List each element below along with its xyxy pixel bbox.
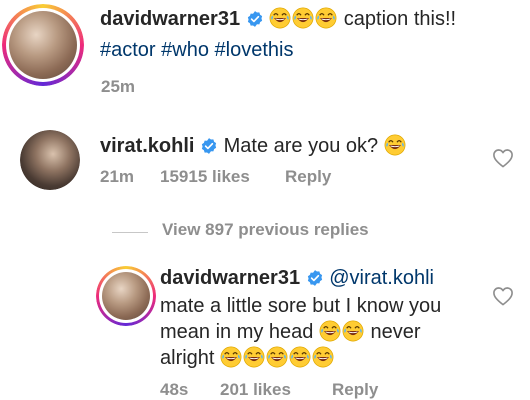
comment-timestamp: 21m (100, 167, 135, 186)
heart-outline-icon[interactable] (492, 286, 514, 306)
laughing-emoji-icon (266, 346, 288, 368)
laughing-emoji-icon (315, 7, 337, 29)
heart-outline-icon[interactable] (492, 148, 514, 168)
laughing-emoji-icon (342, 320, 364, 342)
reply-text-part-a: mean in my head (160, 321, 314, 343)
post-timestamp: 25m (101, 77, 136, 96)
comment-text: Mate are you ok? (223, 135, 379, 157)
reply-text-part-b: never (370, 321, 421, 343)
post-hashtags[interactable]: #actor #who #lovethis (100, 36, 293, 64)
comment-username[interactable]: virat.kohli (100, 135, 194, 157)
laughing-emoji-icon (220, 346, 242, 368)
reply-line2: mate a little sore but I know you (160, 295, 442, 317)
reply-line3: mean in my head never (160, 318, 421, 346)
reply-author-avatar[interactable] (96, 266, 156, 326)
laughing-emoji-icon (269, 7, 291, 29)
comment-likes[interactable]: 15915 likes (160, 167, 250, 187)
laughing-emoji-icon (312, 346, 334, 368)
verified-badge-icon (200, 137, 218, 155)
laughing-emoji-icon (292, 7, 314, 29)
comment-reply-button[interactable]: Reply (285, 167, 331, 187)
replies-divider (112, 232, 148, 233)
laughing-emoji-icon (243, 346, 265, 368)
verified-badge-icon (306, 269, 324, 287)
reply-line1: davidwarner31 @virat.kohli (160, 264, 434, 292)
post-author-avatar[interactable] (2, 4, 84, 86)
laughing-emoji-icon (319, 320, 341, 342)
post-username[interactable]: davidwarner31 (100, 8, 240, 30)
verified-badge-icon (246, 10, 264, 28)
reply-mention[interactable]: @virat.kohli (329, 267, 434, 289)
comment-line: virat.kohli Mate are you ok? (100, 132, 407, 160)
laughing-emoji-icon (289, 346, 311, 368)
reply-text-part-c: alright (160, 347, 215, 369)
reply-likes[interactable]: 201 likes (220, 380, 291, 400)
post-caption-text: caption this!! (343, 8, 457, 30)
view-previous-replies-link[interactable]: View 897 previous replies (162, 220, 369, 240)
laughing-emoji-icon (384, 134, 406, 156)
commenter-avatar[interactable] (20, 130, 80, 190)
reply-line4: alright (160, 344, 335, 372)
reply-username[interactable]: davidwarner31 (160, 267, 300, 289)
reply-reply-button[interactable]: Reply (332, 380, 378, 400)
reply-timestamp: 48s (160, 380, 189, 399)
post-caption-line1: davidwarner31 caption this!! (100, 5, 456, 33)
